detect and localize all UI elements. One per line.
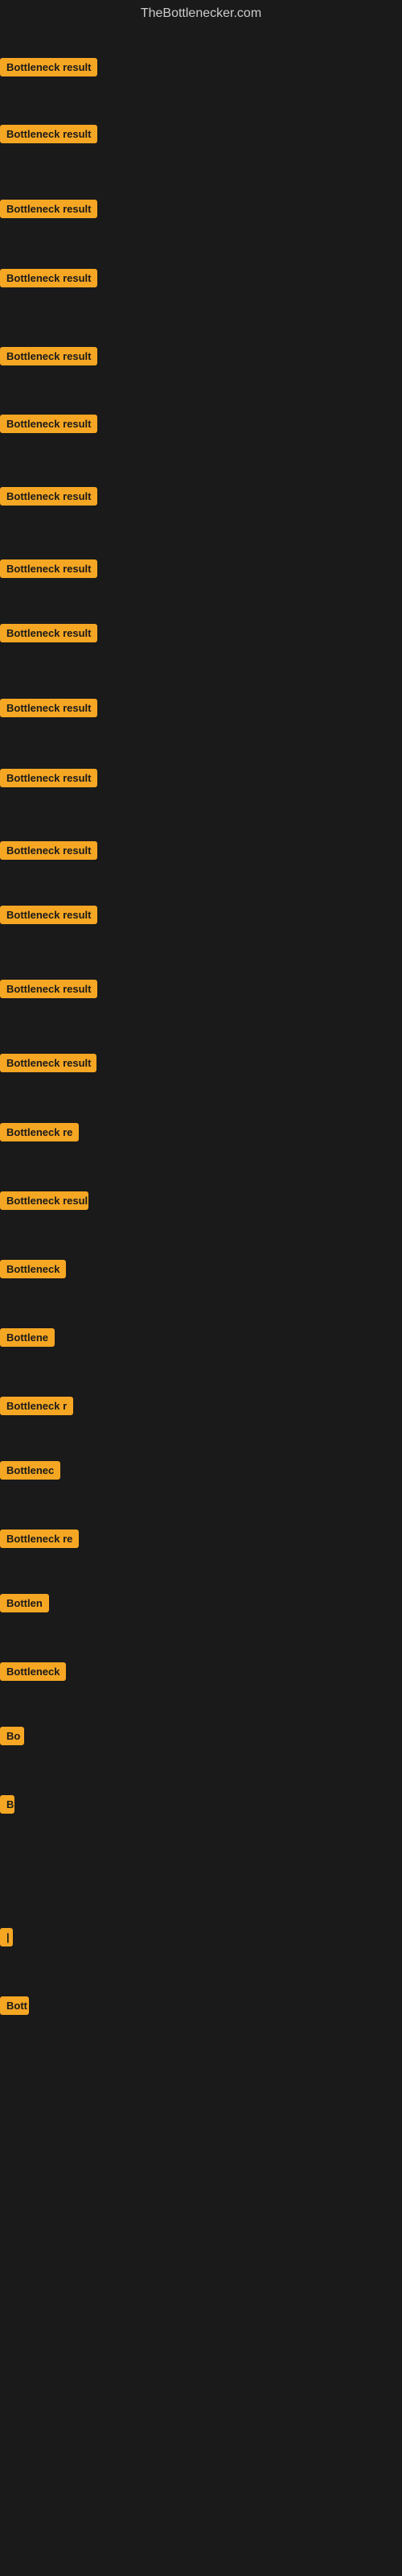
bottleneck-result-item[interactable]: | — [0, 1928, 13, 1951]
bottleneck-result-item[interactable]: Bottleneck — [0, 1662, 66, 1685]
bottleneck-badge: Bottlenec — [0, 1461, 60, 1480]
bottleneck-badge: Bottleneck result — [0, 487, 97, 506]
bottleneck-result-item[interactable]: Bottlen — [0, 1594, 49, 1616]
bottleneck-badge: B — [0, 1795, 14, 1814]
bottleneck-result-item[interactable]: Bottleneck result — [0, 769, 97, 791]
bottleneck-badge: Bottleneck result — [0, 347, 97, 365]
bottleneck-result-item[interactable]: Bottleneck re — [0, 1530, 79, 1552]
bottleneck-result-item[interactable]: Bottlene — [0, 1328, 55, 1351]
bottleneck-result-item[interactable]: Bott — [0, 1996, 29, 2019]
bottleneck-badge: Bott — [0, 1996, 29, 2015]
bottleneck-badge: Bottleneck r — [0, 1397, 73, 1415]
bottleneck-result-item[interactable]: Bottlenec — [0, 1461, 60, 1484]
bottleneck-badge: Bottleneck result — [0, 624, 97, 642]
bottleneck-badge: Bottleneck result — [0, 415, 97, 433]
bottleneck-result-item[interactable]: Bottleneck result — [0, 58, 97, 80]
bottleneck-result-item[interactable]: Bottleneck result — [0, 487, 97, 510]
site-title: TheBottlenecker.com — [0, 0, 402, 24]
bottleneck-result-item[interactable]: Bottleneck result — [0, 906, 97, 928]
bottleneck-result-item[interactable]: Bottleneck result — [0, 624, 97, 646]
bottleneck-result-item[interactable]: Bottleneck re — [0, 1123, 79, 1146]
bottleneck-result-item[interactable]: Bottleneck result — [0, 347, 97, 369]
bottleneck-badge: Bottleneck result — [0, 980, 97, 998]
bottleneck-badge: Bottlen — [0, 1594, 49, 1612]
bottleneck-badge: Bottleneck re — [0, 1123, 79, 1141]
bottleneck-badge: Bottleneck result — [0, 125, 97, 143]
bottleneck-result-item[interactable]: Bottleneck result — [0, 1054, 96, 1076]
bottleneck-badge: Bottleneck result — [0, 769, 97, 787]
bottleneck-result-item[interactable]: Bottleneck result — [0, 200, 97, 222]
bottleneck-result-item[interactable]: Bottleneck result — [0, 269, 97, 291]
bottleneck-result-item[interactable]: Bottleneck — [0, 1260, 66, 1282]
bottleneck-badge: | — [0, 1928, 13, 1946]
bottleneck-badge: Bottleneck result — [0, 200, 97, 218]
bottleneck-badge: Bottleneck result — [0, 559, 97, 578]
bottleneck-badge: Bottleneck result — [0, 906, 97, 924]
bottleneck-badge: Bottleneck result — [0, 1054, 96, 1072]
bottleneck-badge: Bottleneck re — [0, 1530, 79, 1548]
bottleneck-badge: Bottleneck result — [0, 269, 97, 287]
bottleneck-result-item[interactable]: B — [0, 1795, 14, 1818]
bottleneck-result-item[interactable]: Bottleneck resul — [0, 1191, 88, 1214]
bottleneck-result-item[interactable]: Bo — [0, 1727, 24, 1749]
bottleneck-badge: Bottleneck result — [0, 58, 97, 76]
bottleneck-result-item[interactable]: Bottleneck result — [0, 841, 97, 864]
bottleneck-badge: Bottleneck — [0, 1260, 66, 1278]
bottleneck-badge: Bottleneck — [0, 1662, 66, 1681]
bottleneck-badge: Bottleneck result — [0, 699, 97, 717]
bottleneck-result-item[interactable]: Bottleneck result — [0, 559, 97, 582]
bottleneck-badge: Bottleneck result — [0, 841, 97, 860]
bottleneck-result-item[interactable]: Bottleneck result — [0, 415, 97, 437]
bottleneck-result-item[interactable]: Bottleneck result — [0, 980, 97, 1002]
bottleneck-result-item[interactable]: Bottleneck result — [0, 125, 97, 147]
bottleneck-badge: Bottlene — [0, 1328, 55, 1347]
bottleneck-badge: Bo — [0, 1727, 24, 1745]
bottleneck-badge: Bottleneck resul — [0, 1191, 88, 1210]
bottleneck-result-item[interactable]: Bottleneck r — [0, 1397, 73, 1419]
bottleneck-result-item[interactable]: Bottleneck result — [0, 699, 97, 721]
